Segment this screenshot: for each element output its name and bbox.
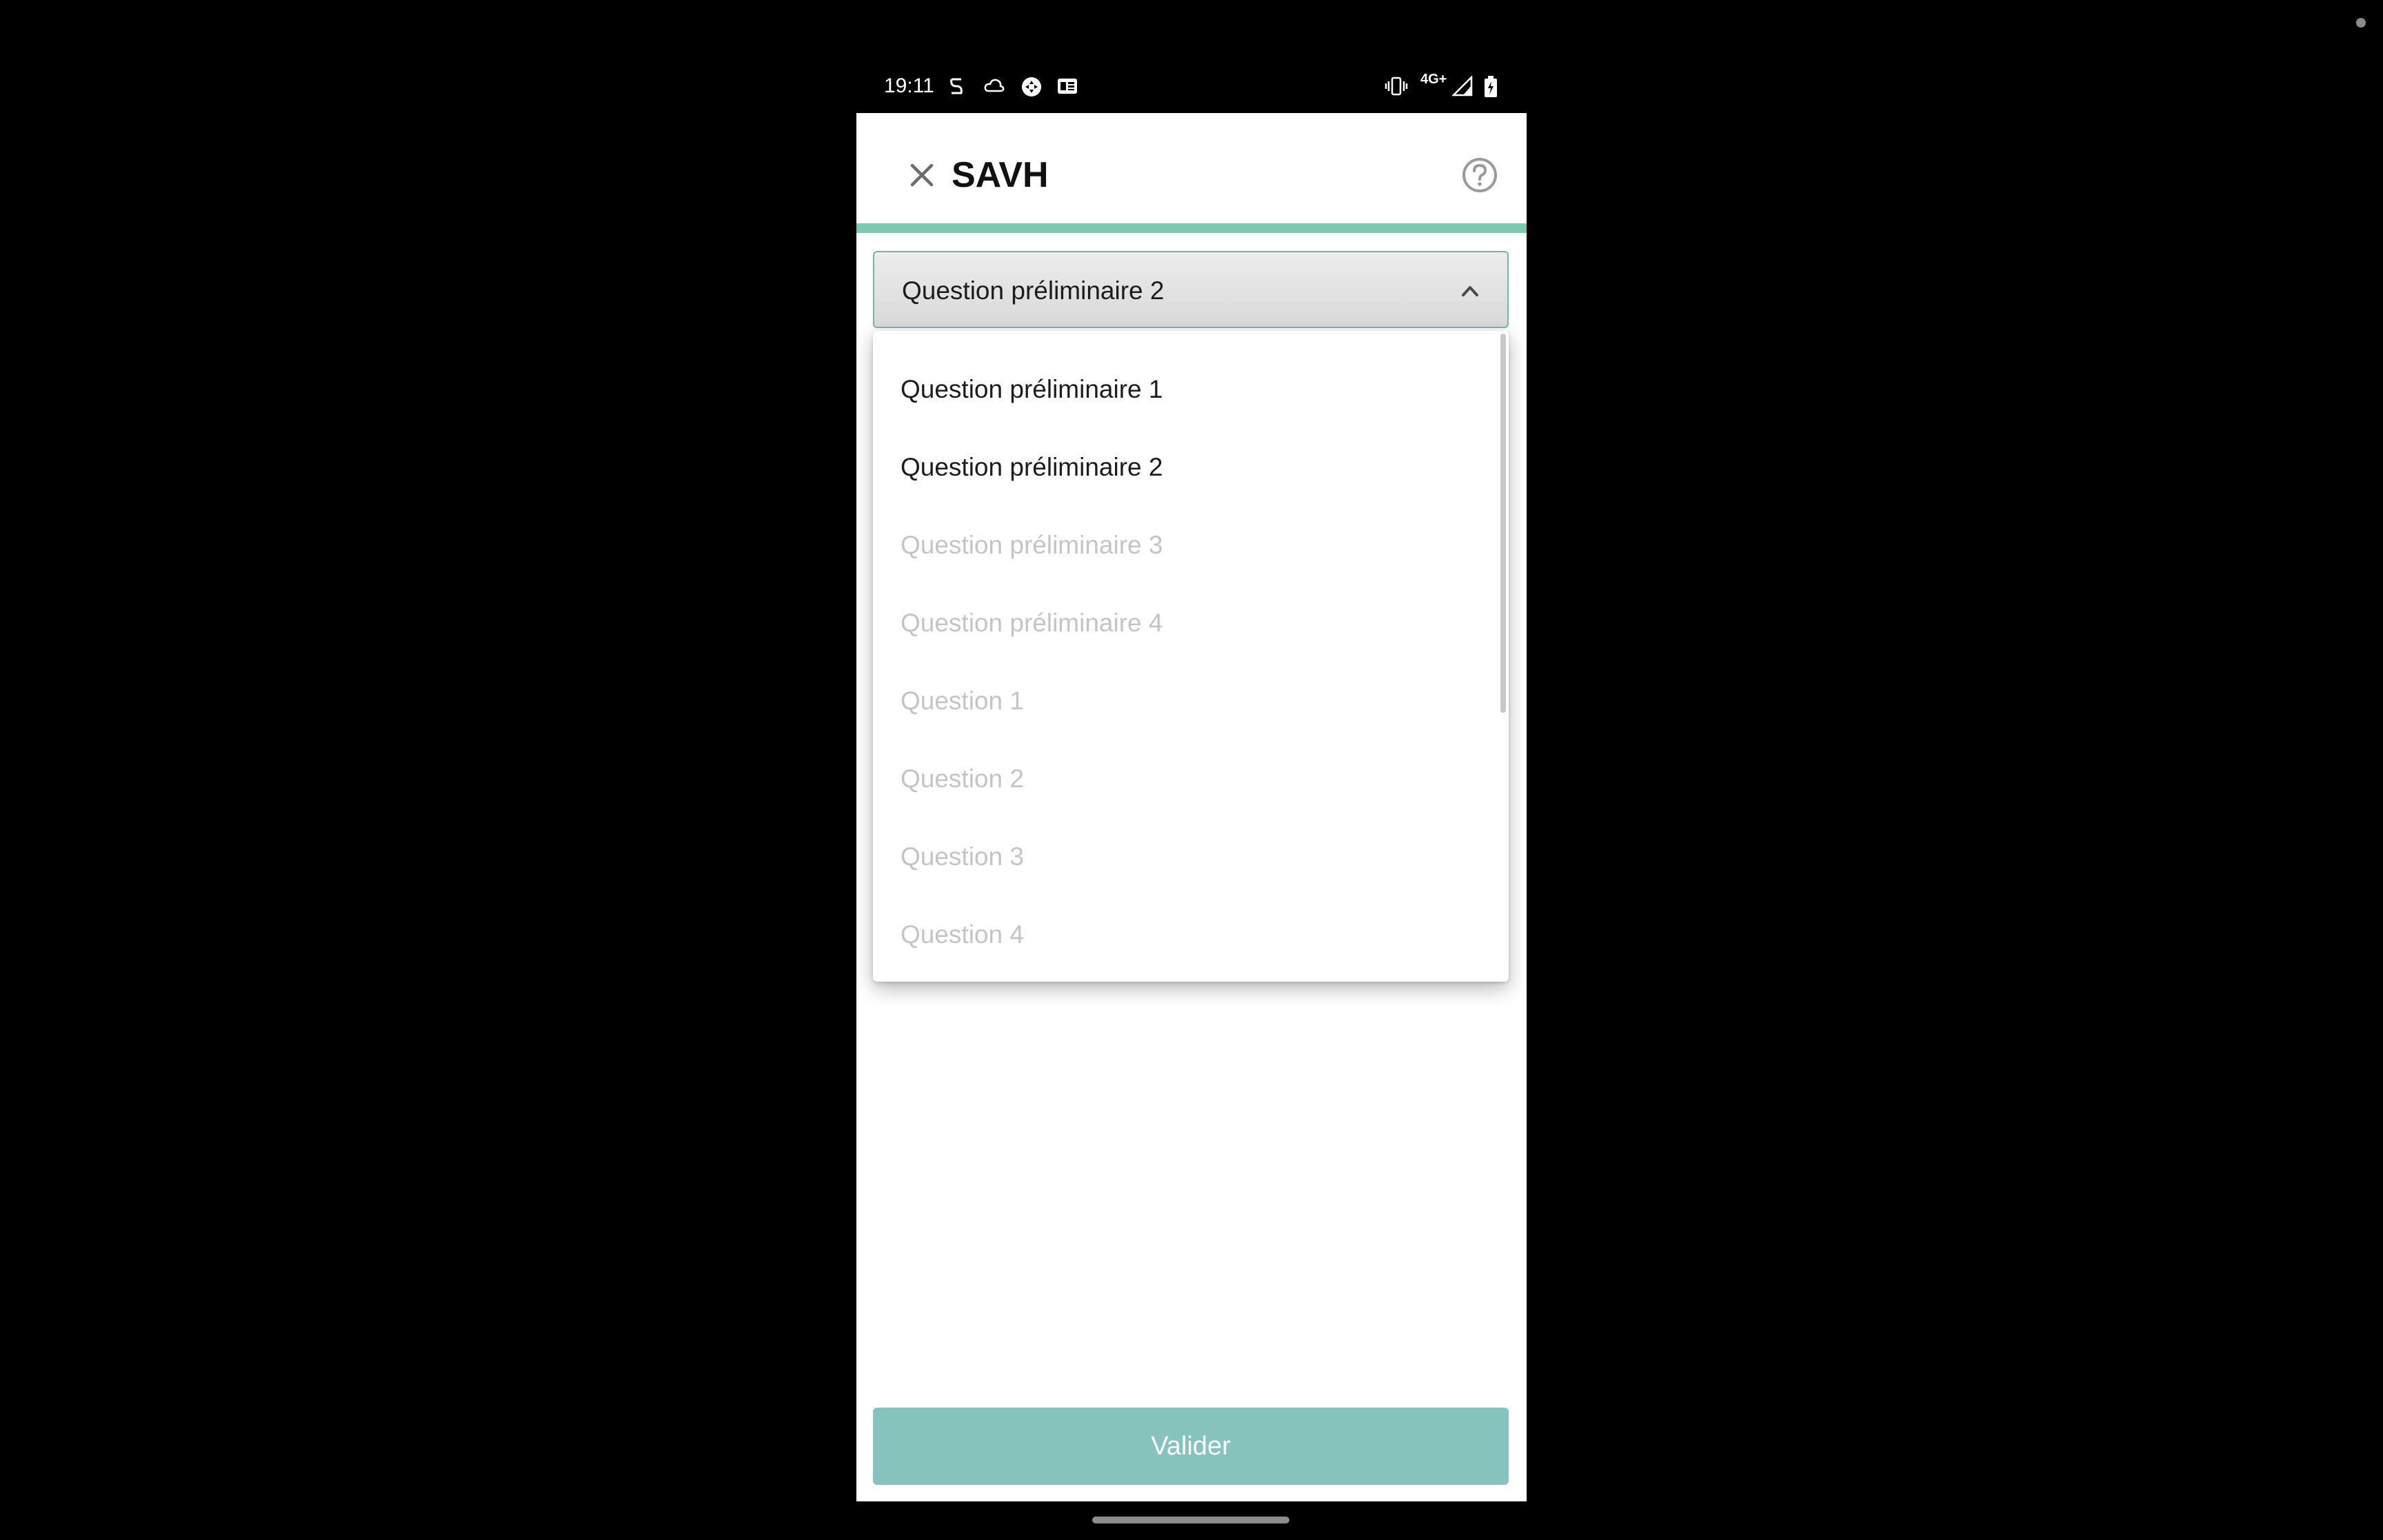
- status-bar: 19:11 4G+: [856, 66, 1527, 108]
- game-controller-icon: [1020, 76, 1043, 98]
- news-icon: [1056, 76, 1078, 97]
- signal-icon: [1452, 76, 1473, 97]
- menu-scrollbar[interactable]: [1500, 334, 1506, 713]
- menu-item-option: Question préliminaire 3: [901, 531, 1163, 559]
- menu-item-option: Question préliminaire 4: [901, 609, 1163, 637]
- home-indicator[interactable]: [1092, 1517, 1289, 1523]
- dropdown-selected-value: Question préliminaire 2: [902, 276, 1165, 305]
- camera-dot: [2356, 18, 2366, 28]
- close-icon: [910, 163, 934, 187]
- network-4g-icon: 4G+: [1420, 72, 1447, 88]
- submit-button[interactable]: Valider: [873, 1408, 1509, 1485]
- menu-item-option[interactable]: Question préliminaire 1: [873, 350, 1494, 428]
- chevron-up-icon: [1462, 286, 1478, 296]
- close-button[interactable]: [894, 148, 949, 203]
- menu-item-option: Question 3: [901, 842, 1024, 871]
- help-circle-icon: [1462, 158, 1497, 192]
- vibrate-icon: [1385, 76, 1408, 97]
- question-dropdown[interactable]: Question préliminaire 2: [873, 251, 1509, 328]
- progress-bar: [856, 223, 1527, 233]
- dropdown-menu: Question préliminaire 1 Question prélimi…: [873, 331, 1509, 982]
- menu-item-option: Question 1: [901, 687, 1024, 715]
- help-button[interactable]: [1454, 149, 1506, 201]
- battery-icon: [1484, 76, 1498, 98]
- progress-fill: [856, 223, 1527, 233]
- menu-item-option[interactable]: Question préliminaire 2: [873, 428, 1494, 506]
- menu-item-option: Question 4: [901, 920, 1024, 949]
- s-app-icon: [946, 76, 967, 97]
- menu-item-option: Question 2: [901, 764, 1024, 793]
- cloud-icon: [983, 76, 1005, 97]
- network-label: 4G+: [1420, 72, 1447, 87]
- app-bar: SAVH: [856, 113, 1527, 223]
- status-time: 19:11: [884, 74, 934, 97]
- app-screen: SAVH Question préliminaire 2 Question pr…: [856, 113, 1527, 1501]
- page-title: SAVH: [952, 155, 1049, 195]
